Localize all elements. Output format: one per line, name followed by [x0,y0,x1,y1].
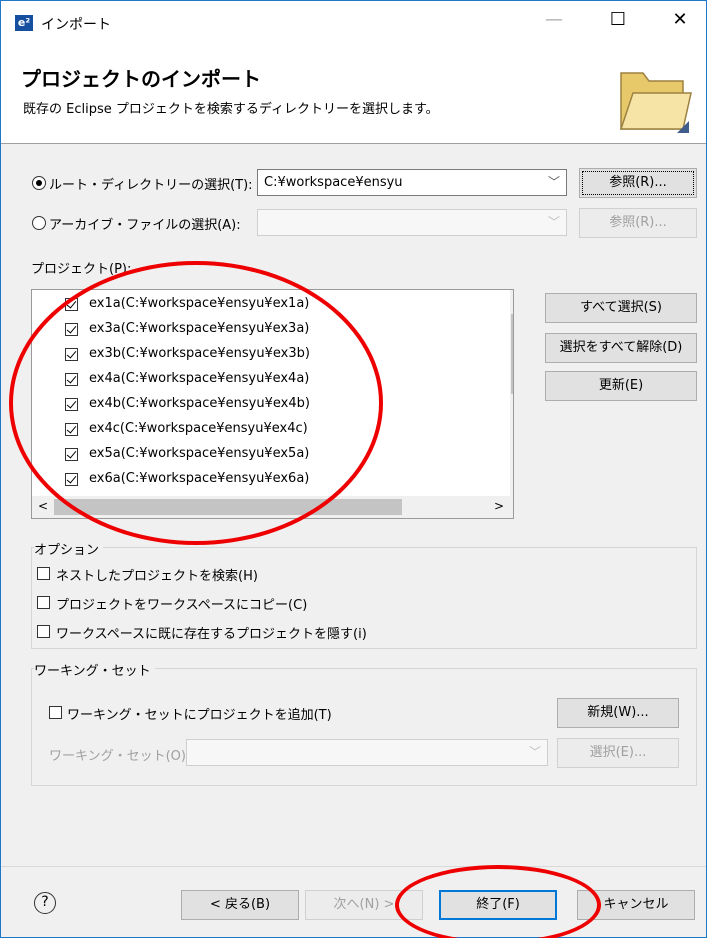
add-working-set-label: ワーキング・セットにプロジェクトを追加(T) [67,708,332,723]
project-item-label: ex4a(C:¥workspace¥ensyu¥ex4a) [89,371,310,386]
project-item-label: ex4b(C:¥workspace¥ensyu¥ex4b) [89,396,310,411]
project-item-label: ex1a(C:¥workspace¥ensyu¥ex1a) [89,296,310,311]
chevron-down-icon[interactable]: ﹀ [548,210,560,235]
root-directory-label: ルート・ディレクトリーの選択(T): [49,178,253,193]
project-checkbox[interactable] [65,423,78,436]
select-working-set-button[interactable]: 選択(E)... [557,738,679,768]
projects-label: プロジェクト(P): [31,262,132,277]
back-button[interactable]: < 戻る(B) [181,890,299,920]
footer-divider [1,866,706,867]
search-nested-checkbox[interactable] [37,567,50,580]
title-bar: e² インポート — ☐ ✕ [1,1,706,41]
maximize-icon[interactable]: ☐ [595,1,641,41]
project-checkbox[interactable] [65,348,78,361]
scroll-right-icon[interactable]: > [494,499,504,513]
vertical-scrollbar[interactable]: ︿ ﹀ [510,290,513,496]
wizard-header: プロジェクトのインポート 既存の Eclipse プロジェクトを検索するディレク… [1,41,706,144]
hide-existing-label: ワークスペースに既に存在するプロジェクトを隠す(i) [56,627,367,642]
chevron-down-icon[interactable]: ﹀ [529,740,541,765]
app-logo-icon: e² [15,15,33,31]
cancel-button[interactable]: キャンセル [577,890,695,920]
new-working-set-button[interactable]: 新規(W)... [557,698,679,728]
project-item-label: ex3a(C:¥workspace¥ensyu¥ex3a) [89,321,310,336]
hide-existing-checkbox[interactable] [37,625,50,638]
scroll-left-icon[interactable]: < [38,499,48,513]
close-icon[interactable]: ✕ [657,1,703,41]
working-set-field-label: ワーキング・セット(O): [49,749,191,764]
scroll-thumb[interactable] [54,499,402,515]
import-dialog: e² インポート — ☐ ✕ プロジェクトのインポート 既存の Eclipse … [0,0,707,938]
project-checkbox[interactable] [65,473,78,486]
horizontal-scrollbar[interactable]: < > [32,496,513,518]
project-item-label: ex5a(C:¥workspace¥ensyu¥ex5a) [89,446,310,461]
archive-file-radio[interactable] [32,216,46,230]
copy-to-workspace-label: プロジェクトをワークスペースにコピー(C) [56,598,308,613]
minimize-icon[interactable]: — [531,1,577,41]
project-item-label: ex4c(C:¥workspace¥ensyu¥ex4c) [89,421,308,436]
archive-file-combo[interactable]: ﹀ [257,209,567,236]
project-checkbox[interactable] [65,398,78,411]
finish-button[interactable]: 終了(F) [439,890,557,920]
archive-file-label: アーカイブ・ファイルの選択(A): [49,218,241,233]
select-all-button[interactable]: すべて選択(S) [545,293,697,323]
project-checkbox[interactable] [65,373,78,386]
root-directory-combo[interactable]: C:¥workspace¥ensyu ﹀ [257,169,567,196]
copy-to-workspace-checkbox[interactable] [37,596,50,609]
search-nested-label: ネストしたプロジェクトを検索(H) [56,569,258,584]
archive-browse-button[interactable]: 参照(R)... [579,208,697,238]
page-title: プロジェクトのインポート [21,67,261,91]
next-button[interactable]: 次へ(N) > [305,890,423,920]
window-title: インポート [41,17,111,33]
root-directory-radio[interactable] [32,176,46,190]
scroll-thumb[interactable] [511,314,513,394]
project-item-label: ex3b(C:¥workspace¥ensyu¥ex3b) [89,346,310,361]
deselect-all-button[interactable]: 選択をすべて解除(D) [545,333,697,363]
working-set-combo[interactable]: ﹀ [186,739,548,766]
project-checkbox[interactable] [65,323,78,336]
working-set-label: ワーキング・セット [34,660,155,679]
chevron-down-icon[interactable]: ﹀ [548,170,560,195]
options-label: オプション [34,539,104,558]
root-directory-value: C:¥workspace¥ensyu [264,175,403,190]
help-icon[interactable]: ? [34,892,56,914]
folder-icon [619,72,692,133]
refresh-button[interactable]: 更新(E) [545,371,697,401]
page-description: 既存の Eclipse プロジェクトを検索するディレクトリーを選択します。 [23,102,439,117]
project-checkbox[interactable] [65,298,78,311]
project-checkbox[interactable] [65,448,78,461]
project-item-label: ex6a(C:¥workspace¥ensyu¥ex6a) [89,471,310,486]
add-working-set-checkbox[interactable] [49,706,62,719]
root-browse-button[interactable]: 参照(R)... [579,168,697,198]
